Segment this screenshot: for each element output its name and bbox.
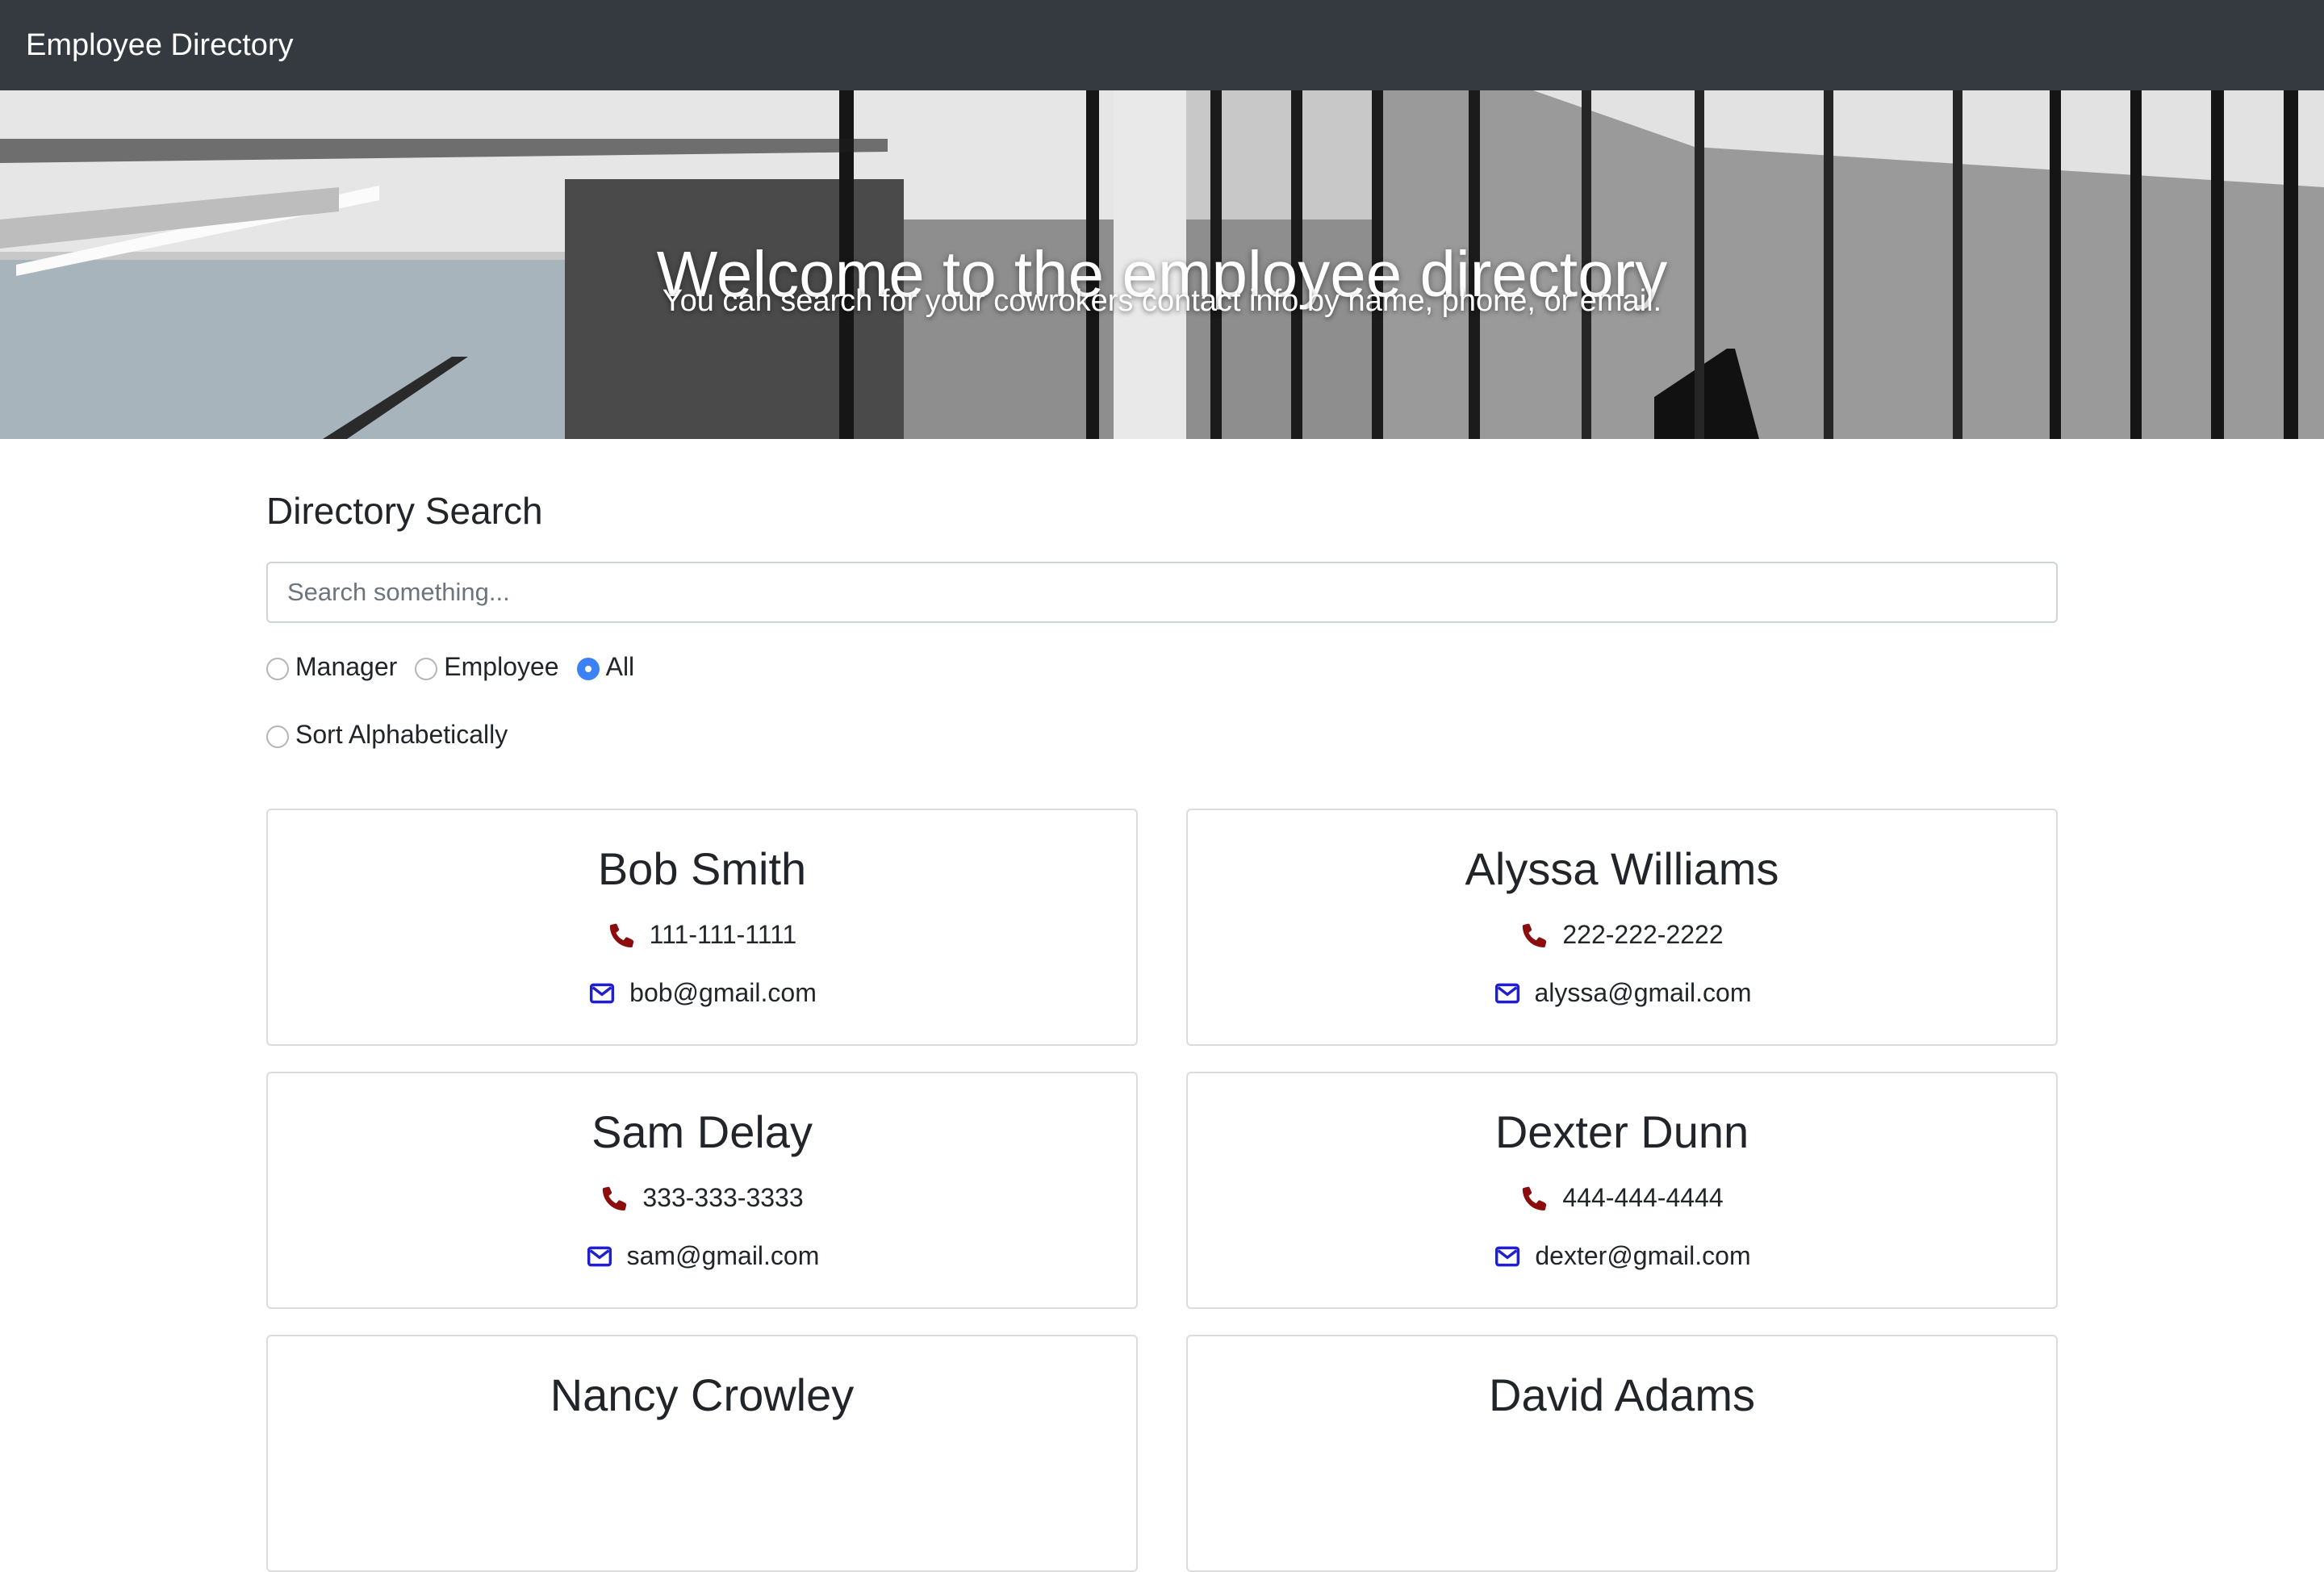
employee-card: Dexter Dunn 444-444-4444 dexter@gmail.com bbox=[1186, 1072, 2058, 1309]
employee-card: David Adams bbox=[1186, 1335, 2058, 1572]
top-navbar: Employee Directory bbox=[0, 0, 2324, 90]
employee-radio[interactable] bbox=[415, 657, 438, 680]
all-radio[interactable] bbox=[576, 657, 600, 680]
employee-phone[interactable]: 333-333-3333 bbox=[642, 1183, 803, 1213]
phone-icon bbox=[1520, 921, 1549, 950]
employee-name: Dexter Dunn bbox=[1494, 1106, 1749, 1157]
hero-banner: Welcome to the employee directory You ca… bbox=[0, 90, 2324, 439]
directory-search-heading: Directory Search bbox=[266, 490, 543, 532]
sort-alphabetically-option[interactable]: Sort Alphabetically bbox=[266, 720, 508, 750]
employee-email-line: bob@gmail.com bbox=[268, 978, 1136, 1008]
employee-phone[interactable]: 444-444-4444 bbox=[1562, 1183, 1723, 1213]
employee-card: Alyssa Williams 222-222-2222 alyssa@gmail.… bbox=[1186, 809, 2058, 1046]
manager-radio[interactable] bbox=[266, 657, 289, 680]
employee-label: Employee bbox=[444, 652, 559, 681]
employee-card: Bob Smith 111-111-1111 bob@gmail.com bbox=[266, 809, 1138, 1046]
employee-name: David Adams bbox=[1489, 1369, 1755, 1420]
filter-manager-option[interactable]: Manager bbox=[266, 652, 397, 682]
employee-phone[interactable]: 222-222-2222 bbox=[1562, 920, 1723, 950]
filter-employee-option[interactable]: Employee bbox=[415, 652, 559, 682]
employee-email[interactable]: bob@gmail.com bbox=[629, 978, 817, 1008]
role-filter-group: Manager Employee All bbox=[266, 652, 652, 682]
employee-name: Alyssa Williams bbox=[1465, 843, 1779, 894]
hero-subtitle: You can search for your cowrokers contac… bbox=[662, 284, 1662, 318]
employee-phone-line: 444-444-4444 bbox=[1188, 1183, 2056, 1213]
employee-name: Sam Delay bbox=[591, 1106, 813, 1157]
envelope-icon bbox=[1493, 1242, 1522, 1271]
employee-email-line: dexter@gmail.com bbox=[1188, 1241, 2056, 1271]
employee-card: Nancy Crowley bbox=[266, 1335, 1138, 1572]
employee-phone-line: 222-222-2222 bbox=[1188, 920, 2056, 950]
employee-email-line: alyssa@gmail.com bbox=[1188, 978, 2056, 1008]
employee-phone[interactable]: 111-111-1111 bbox=[650, 920, 797, 950]
sort-label: Sort Alphabetically bbox=[295, 720, 508, 749]
employee-email[interactable]: dexter@gmail.com bbox=[1535, 1241, 1750, 1271]
filter-all-option[interactable]: All bbox=[576, 652, 635, 682]
envelope-icon bbox=[585, 1242, 614, 1271]
phone-icon bbox=[1520, 1184, 1549, 1213]
employee-phone-line: 333-333-3333 bbox=[268, 1183, 1136, 1213]
phone-icon bbox=[600, 1184, 629, 1213]
manager-label: Manager bbox=[295, 652, 398, 681]
sort-radio[interactable] bbox=[266, 725, 289, 748]
employee-phone-line: 111-111-1111 bbox=[268, 920, 1136, 950]
search-input[interactable] bbox=[266, 562, 2058, 623]
employee-name: Nancy Crowley bbox=[550, 1369, 855, 1420]
envelope-icon bbox=[587, 979, 617, 1008]
employee-card-grid: Bob Smith 111-111-1111 bob@gmail.com Alyssa… bbox=[266, 809, 2058, 1572]
employee-email-line: sam@gmail.com bbox=[268, 1241, 1136, 1271]
employee-name: Bob Smith bbox=[597, 843, 807, 894]
employee-card: Sam Delay 333-333-3333 sam@gmail.com bbox=[266, 1072, 1138, 1309]
employee-email[interactable]: sam@gmail.com bbox=[627, 1241, 820, 1271]
envelope-icon bbox=[1493, 979, 1522, 1008]
phone-icon bbox=[608, 921, 637, 950]
all-label: All bbox=[605, 652, 635, 681]
sort-option-row: Sort Alphabetically bbox=[266, 720, 525, 750]
employee-email[interactable]: alyssa@gmail.com bbox=[1535, 978, 1752, 1008]
navbar-brand[interactable]: Employee Directory bbox=[26, 28, 294, 63]
